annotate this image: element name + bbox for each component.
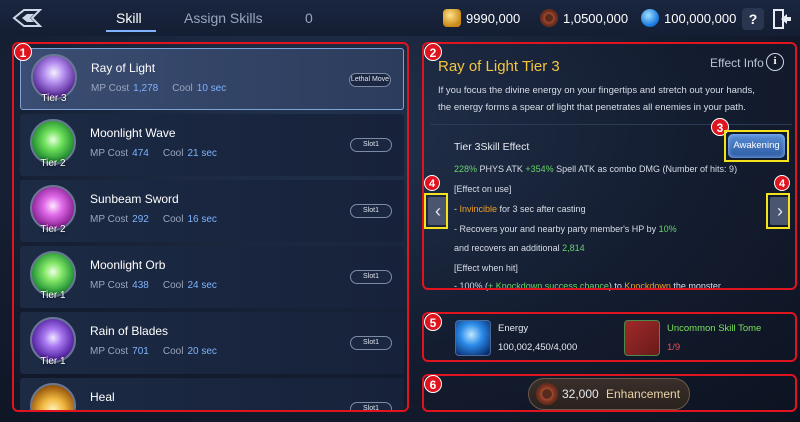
medal-currency: 1,0500,000 — [540, 9, 628, 27]
gold-icon — [443, 9, 461, 27]
annotation-highlight-3 — [724, 130, 789, 162]
annotation-highlight-4-left — [424, 193, 448, 229]
annotation-badge-2: 2 — [424, 43, 442, 61]
medal-value: 1,0500,000 — [563, 10, 629, 26]
annotation-frame-5 — [422, 312, 797, 362]
back-icon[interactable] — [12, 8, 42, 28]
medal-icon — [540, 9, 558, 27]
annotation-badge-1: 1 — [14, 43, 32, 61]
gold-currency: 9990,000 — [443, 9, 520, 27]
annotation-badge-6: 6 — [424, 375, 442, 393]
annotation-frame-2 — [422, 42, 797, 290]
annotation-frame-6 — [422, 374, 797, 412]
tab-skill[interactable]: Skill — [116, 10, 142, 26]
gold-value: 9990,000 — [466, 10, 521, 26]
help-button[interactable]: ? — [742, 8, 764, 30]
tab-skill-underline — [106, 30, 156, 32]
annotation-frame-1 — [12, 42, 409, 412]
gem-value: 100,000,000 — [664, 10, 737, 26]
exit-icon[interactable] — [772, 8, 792, 30]
annotation-badge-5: 5 — [424, 313, 442, 331]
gem-currency: 100,000,000 — [641, 9, 736, 27]
annotation-highlight-4-right — [766, 193, 790, 229]
top-bar: Skill Assign Skills 0 9990,000 1,0500,00… — [0, 0, 800, 36]
gem-icon — [641, 9, 659, 27]
annotation-badge-4-left: 4 — [424, 175, 440, 191]
annotation-badge-4-right: 4 — [774, 175, 790, 191]
assign-count: 0 — [305, 10, 313, 26]
tab-assign-skills[interactable]: Assign Skills — [184, 10, 263, 26]
